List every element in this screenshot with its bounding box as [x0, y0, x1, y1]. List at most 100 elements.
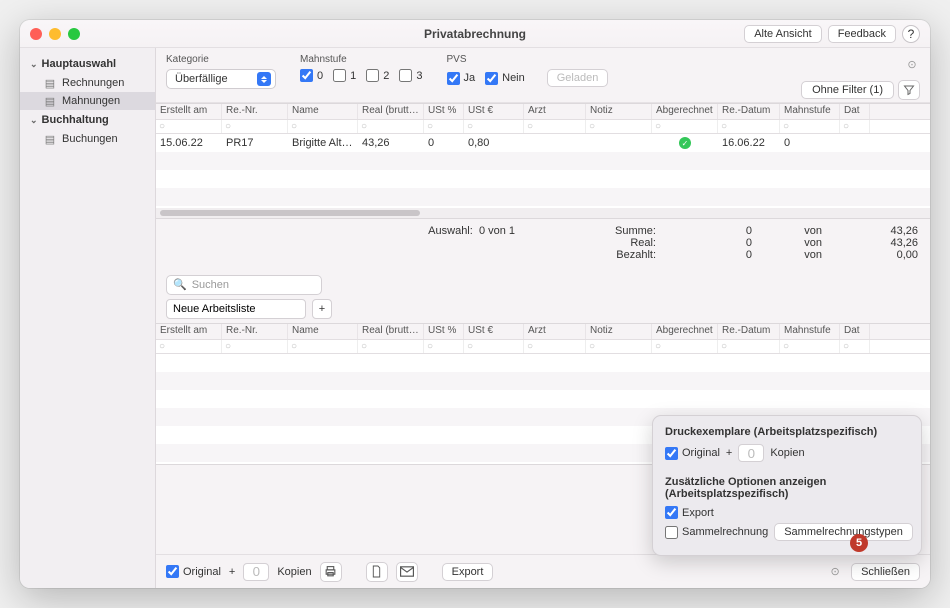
titlebar: Privatabrechnung Alte Ansicht Feedback ?: [20, 20, 930, 48]
popover-original-checkbox[interactable]: Original: [665, 447, 720, 460]
filter-cell[interactable]: ○: [718, 120, 780, 133]
selection-label: Auswahl:: [428, 225, 473, 237]
pvs-nein-checkbox[interactable]: Nein: [485, 72, 525, 85]
filter-cell[interactable]: ○: [780, 120, 840, 133]
popover-heading-druck: Druckexemplare (Arbeitsplatzspezifisch): [665, 426, 909, 438]
filter-cell[interactable]: ○: [288, 340, 358, 353]
th-abger[interactable]: Abgerechnet: [652, 324, 718, 339]
filter-cell[interactable]: ○: [424, 120, 464, 133]
mahnstufe-3-checkbox[interactable]: 3: [399, 69, 422, 82]
kategorie-select[interactable]: Überfällige: [166, 69, 276, 89]
th-ustp[interactable]: USt %: [424, 104, 464, 119]
footer-kopien-input[interactable]: [243, 563, 269, 581]
th-uste[interactable]: USt €: [464, 324, 524, 339]
sidebar: ⌄ Hauptauswahl ▤ Rechnungen ▤ Mahnungen …: [20, 48, 156, 588]
mail-button[interactable]: [396, 562, 418, 582]
th-redatum[interactable]: Re.-Datum: [718, 104, 780, 119]
ohne-filter-button[interactable]: Ohne Filter (1): [801, 81, 894, 99]
th-notiz[interactable]: Notiz: [586, 104, 652, 119]
real-b: 43,26: [862, 237, 918, 249]
table-body: 15.06.22 PR17 Brigitte Alt… 43,26 0 0,80…: [156, 134, 930, 208]
filter-cell[interactable]: ○: [222, 340, 288, 353]
footer-original-checkbox[interactable]: Original: [166, 565, 221, 578]
th-arzt[interactable]: Arzt: [524, 104, 586, 119]
th-redatum[interactable]: Re.-Datum: [718, 324, 780, 339]
th-ustp[interactable]: USt %: [424, 324, 464, 339]
th-dat[interactable]: Dat: [840, 324, 870, 339]
sidebar-item-mahnungen[interactable]: ▤ Mahnungen: [20, 92, 155, 110]
summe-a: 0: [696, 225, 752, 237]
sidebar-section-hauptauswahl[interactable]: ⌄ Hauptauswahl: [20, 54, 155, 74]
filter-cell[interactable]: ○: [524, 120, 586, 133]
filter-cell[interactable]: ○: [424, 340, 464, 353]
print-button[interactable]: [320, 562, 342, 582]
th-renr[interactable]: Re.-Nr.: [222, 324, 288, 339]
horizontal-scrollbar[interactable]: [156, 208, 930, 218]
filter-cell[interactable]: ○: [652, 120, 718, 133]
popover-export-checkbox[interactable]: Export: [665, 506, 714, 519]
table-row[interactable]: 15.06.22 PR17 Brigitte Alt… 43,26 0 0,80…: [156, 134, 930, 152]
filter-cell[interactable]: ○: [524, 340, 586, 353]
popover-kopien-input[interactable]: [738, 444, 764, 462]
mahnstufe-0-checkbox[interactable]: 0: [300, 69, 323, 82]
sidebar-section-buchhaltung[interactable]: ⌄ Buchhaltung: [20, 110, 155, 130]
filter-funnel-button[interactable]: [898, 80, 920, 100]
filter-cell[interactable]: ○: [718, 340, 780, 353]
mahnstufe-1-checkbox[interactable]: 1: [333, 69, 356, 82]
worklist-name-input[interactable]: [166, 299, 306, 319]
th-mahnstufe[interactable]: Mahnstufe: [780, 324, 840, 339]
th-erstellt[interactable]: Erstellt am: [156, 104, 222, 119]
th-real[interactable]: Real (brutto) €: [358, 324, 424, 339]
export-button[interactable]: Export: [442, 563, 494, 581]
filter-cell[interactable]: ○: [464, 120, 524, 133]
add-worklist-button[interactable]: +: [312, 299, 332, 319]
mahnstufe-2-checkbox[interactable]: 2: [366, 69, 389, 82]
pvs-ja-checkbox[interactable]: Ja: [447, 72, 476, 85]
cell-redatum: 16.06.22: [718, 137, 780, 149]
sammelrechnungstypen-button[interactable]: Sammelrechnungstypen: [774, 523, 913, 541]
settings-gear-icon[interactable]: ⊙: [904, 56, 920, 72]
th-uste[interactable]: USt €: [464, 104, 524, 119]
sidebar-item-rechnungen[interactable]: ▤ Rechnungen: [20, 74, 155, 92]
filter-cell[interactable]: ○: [652, 340, 718, 353]
filter-cell[interactable]: ○: [840, 340, 870, 353]
chevron-down-icon: ⌄: [30, 59, 38, 70]
th-name[interactable]: Name: [288, 324, 358, 339]
th-arzt[interactable]: Arzt: [524, 324, 586, 339]
app-window: Privatabrechnung Alte Ansicht Feedback ?…: [20, 20, 930, 588]
cell-mahnstufe: 0: [780, 137, 840, 149]
th-name[interactable]: Name: [288, 104, 358, 119]
th-real[interactable]: Real (brutto) €: [358, 104, 424, 119]
search-input[interactable]: 🔍 Suchen: [166, 275, 322, 295]
filter-cell[interactable]: ○: [358, 120, 424, 133]
th-erstellt[interactable]: Erstellt am: [156, 324, 222, 339]
filter-cell[interactable]: ○: [156, 340, 222, 353]
sidebar-item-buchungen[interactable]: ▤ Buchungen: [20, 130, 155, 148]
plus-label: +: [726, 447, 732, 459]
filter-bar: Kategorie Überfällige Mahnstufe 0 1 2 3: [156, 48, 930, 103]
filter-cell[interactable]: ○: [780, 340, 840, 353]
th-abger[interactable]: Abgerechnet: [652, 104, 718, 119]
filter-cell[interactable]: ○: [586, 340, 652, 353]
close-button[interactable]: Schließen: [851, 563, 920, 581]
footer-gear-button[interactable]: ⊙: [827, 564, 843, 580]
window-title: Privatabrechnung: [20, 27, 930, 41]
filter-cell[interactable]: ○: [464, 340, 524, 353]
plus-label: +: [229, 566, 235, 578]
filter-cell[interactable]: ○: [222, 120, 288, 133]
geladen-button[interactable]: Geladen: [547, 69, 609, 87]
filter-cell[interactable]: ○: [840, 120, 870, 133]
filter-cell[interactable]: ○: [156, 120, 222, 133]
filter-cell[interactable]: ○: [358, 340, 424, 353]
cell-uste: 0,80: [464, 137, 524, 149]
search-placeholder: Suchen: [192, 279, 229, 291]
th-renr[interactable]: Re.-Nr.: [222, 104, 288, 119]
th-notiz[interactable]: Notiz: [586, 324, 652, 339]
popover-sammel-checkbox[interactable]: Sammelrechnung: [665, 526, 768, 539]
funnel-icon: [903, 84, 915, 96]
th-dat[interactable]: Dat: [840, 104, 870, 119]
document-button[interactable]: [366, 562, 388, 582]
th-mahnstufe[interactable]: Mahnstufe: [780, 104, 840, 119]
filter-cell[interactable]: ○: [288, 120, 358, 133]
filter-cell[interactable]: ○: [586, 120, 652, 133]
